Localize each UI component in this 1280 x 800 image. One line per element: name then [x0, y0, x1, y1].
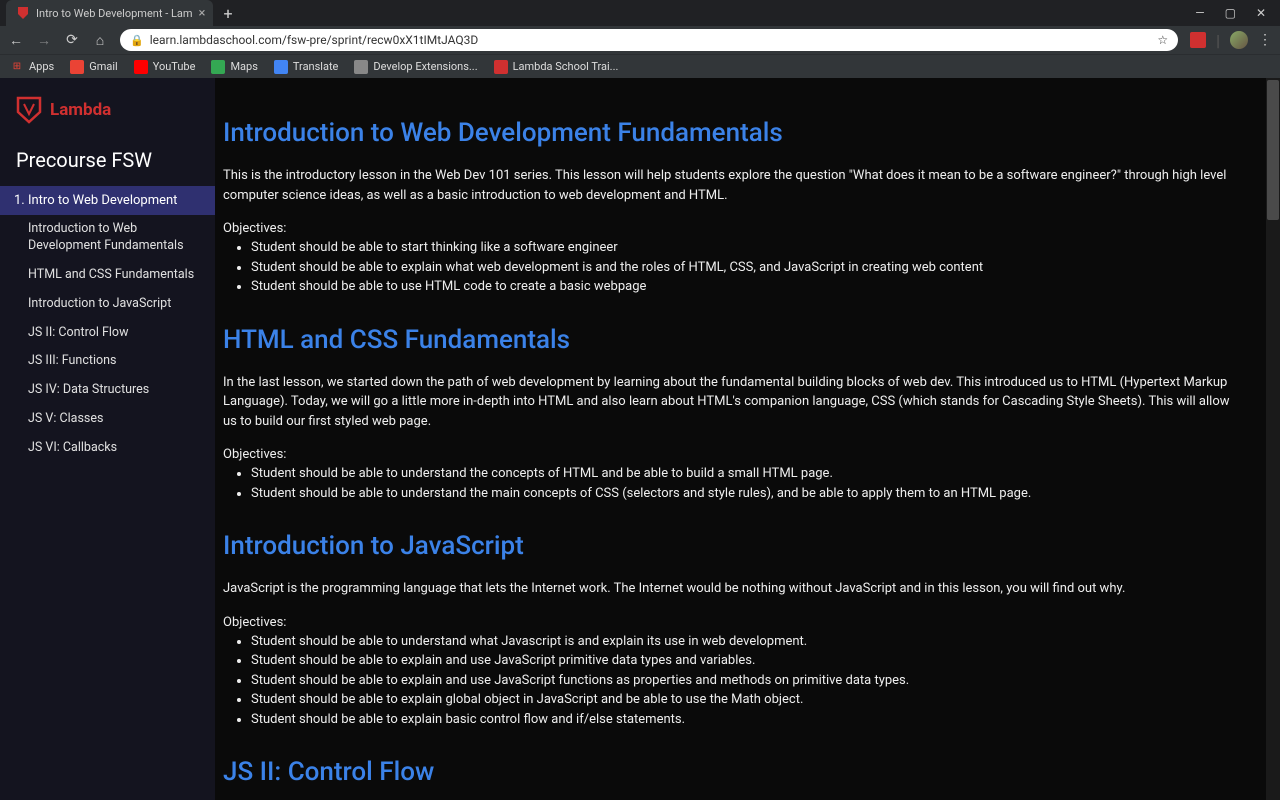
scrollbar[interactable] [1266, 78, 1280, 800]
menu-button[interactable]: ⋮ [1258, 32, 1272, 48]
minimize-icon[interactable]: — [1195, 6, 1204, 20]
section-block: Introduction to JavaScript JavaScript is … [223, 531, 1243, 729]
objectives-label: Objectives: [223, 221, 1243, 236]
url-bar[interactable]: 🔒 learn.lambdaschool.com/fsw-pre/sprint/… [120, 29, 1178, 51]
objective-item: Student should be able to explain basic … [251, 710, 1243, 730]
section-block: HTML and CSS Fundamentals In the last les… [223, 325, 1243, 504]
bookmark-item[interactable]: Translate [274, 60, 339, 74]
browser-tab[interactable]: Intro to Web Development - Lam × [6, 0, 213, 26]
bookmark-label: Translate [293, 60, 339, 73]
objective-item: Student should be able to explain and us… [251, 651, 1243, 671]
logo-text: Lambda [50, 100, 111, 120]
bookmark-item[interactable]: Lambda School Trai... [494, 60, 619, 74]
extension-icon[interactable] [1190, 32, 1206, 48]
back-button[interactable]: ← [8, 32, 24, 49]
objective-item: Student should be able to start thinking… [251, 238, 1243, 258]
bookmark-label: Develop Extensions... [373, 60, 477, 73]
maximize-icon[interactable]: ▢ [1225, 6, 1236, 20]
window-controls: — ▢ ✕ [1181, 6, 1280, 20]
bookmark-item[interactable]: Maps [211, 60, 257, 74]
nav-item-intro[interactable]: 1. Intro to Web Development [0, 186, 215, 215]
forward-button[interactable]: → [36, 32, 52, 49]
close-icon[interactable]: ✕ [1256, 6, 1266, 20]
nav-sub-item[interactable]: JS II: Control Flow [0, 319, 215, 348]
scrollbar-thumb[interactable] [1267, 80, 1279, 220]
objectives-label: Objectives: [223, 447, 1243, 462]
shield-icon [16, 96, 42, 124]
toolbar-actions: | ⋮ [1190, 31, 1272, 50]
objectives-list: Student should be able to start thinking… [223, 238, 1243, 297]
nav-sub-item[interactable]: Introduction to Web Development Fundamen… [0, 215, 215, 261]
bookmark-favicon-icon [354, 60, 368, 74]
objective-item: Student should be able to use HTML code … [251, 277, 1243, 297]
bookmark-favicon-icon [494, 60, 508, 74]
nav-sub-item[interactable]: Introduction to JavaScript [0, 290, 215, 319]
section-paragraph: This is the introductory lesson in the W… [223, 166, 1243, 205]
url-text: learn.lambdaschool.com/fsw-pre/sprint/re… [150, 33, 479, 47]
bookmark-label: Lambda School Trai... [513, 60, 619, 73]
section-paragraph: In the last lesson, we started down the … [223, 373, 1243, 432]
bookmark-favicon-icon [134, 60, 148, 74]
reload-button[interactable]: ⟳ [64, 32, 80, 48]
nav-sub-item[interactable]: JS III: Functions [0, 347, 215, 376]
objective-item: Student should be able to explain what w… [251, 258, 1243, 278]
tab-favicon-icon [16, 6, 30, 20]
course-title: Precourse FSW [0, 148, 215, 186]
nav-sub-item[interactable]: JS V: Classes [0, 405, 215, 434]
objectives-label: Objectives: [223, 615, 1243, 630]
section-heading[interactable]: Introduction to JavaScript [223, 531, 1243, 561]
tab-close-icon[interactable]: × [199, 6, 206, 21]
nav-sub-item[interactable]: JS VI: Callbacks [0, 434, 215, 463]
bookmark-star-icon[interactable]: ☆ [1157, 33, 1168, 47]
section-paragraph: JavaScript is the programming language t… [223, 579, 1243, 599]
section-heading[interactable]: HTML and CSS Fundamentals [223, 325, 1243, 355]
bookmark-favicon-icon [274, 60, 288, 74]
objective-item: Student should be able to understand wha… [251, 632, 1243, 652]
bookmark-label: Apps [29, 60, 54, 73]
profile-avatar[interactable] [1230, 31, 1248, 49]
nav-sub-item[interactable]: HTML and CSS Fundamentals [0, 261, 215, 290]
objective-item: Student should be able to understand the… [251, 484, 1243, 504]
objective-item: Student should be able to explain global… [251, 690, 1243, 710]
new-tab-button[interactable]: + [223, 4, 232, 23]
objective-item: Student should be able to understand the… [251, 464, 1243, 484]
bookmark-item[interactable]: Gmail [70, 60, 117, 74]
tab-title: Intro to Web Development - Lam [36, 7, 193, 20]
objectives-list: Student should be able to understand wha… [223, 632, 1243, 730]
home-button[interactable]: ⌂ [92, 32, 108, 49]
bookmark-item[interactable]: Develop Extensions... [354, 60, 477, 74]
logo[interactable]: Lambda [0, 96, 215, 148]
bookmark-item[interactable]: ⊞ Apps [10, 60, 54, 74]
section-block: JS II: Control FlowOften times we want o… [223, 757, 1243, 800]
section-block: Introduction to Web Development Fundamen… [223, 118, 1243, 297]
content-area: Introduction to Web Development Fundamen… [215, 78, 1280, 800]
browser-toolbar: ← → ⟳ ⌂ 🔒 learn.lambdaschool.com/fsw-pre… [0, 26, 1280, 54]
bookmark-item[interactable]: YouTube [134, 60, 196, 74]
bookmarks-bar: ⊞ Apps Gmail YouTube Maps Translate Develop Ex… [0, 54, 1280, 78]
bookmark-favicon-icon: ⊞ [10, 60, 24, 74]
section-heading[interactable]: Introduction to Web Development Fundamen… [223, 118, 1243, 148]
sidebar: Lambda Precourse FSW 1. Intro to Web Dev… [0, 78, 215, 800]
bookmark-label: Gmail [89, 60, 117, 73]
bookmark-favicon-icon [70, 60, 84, 74]
bookmark-label: Maps [230, 60, 257, 73]
titlebar: Intro to Web Development - Lam × + — ▢ ✕ [0, 0, 1280, 26]
section-heading[interactable]: JS II: Control Flow [223, 757, 1243, 787]
nav-sub-item[interactable]: JS IV: Data Structures [0, 376, 215, 405]
objectives-list: Student should be able to understand the… [223, 464, 1243, 503]
app-container: Lambda Precourse FSW 1. Intro to Web Dev… [0, 78, 1280, 800]
bookmark-favicon-icon [211, 60, 225, 74]
lock-icon: 🔒 [130, 34, 144, 47]
bookmark-label: YouTube [153, 60, 196, 73]
objective-item: Student should be able to explain and us… [251, 671, 1243, 691]
